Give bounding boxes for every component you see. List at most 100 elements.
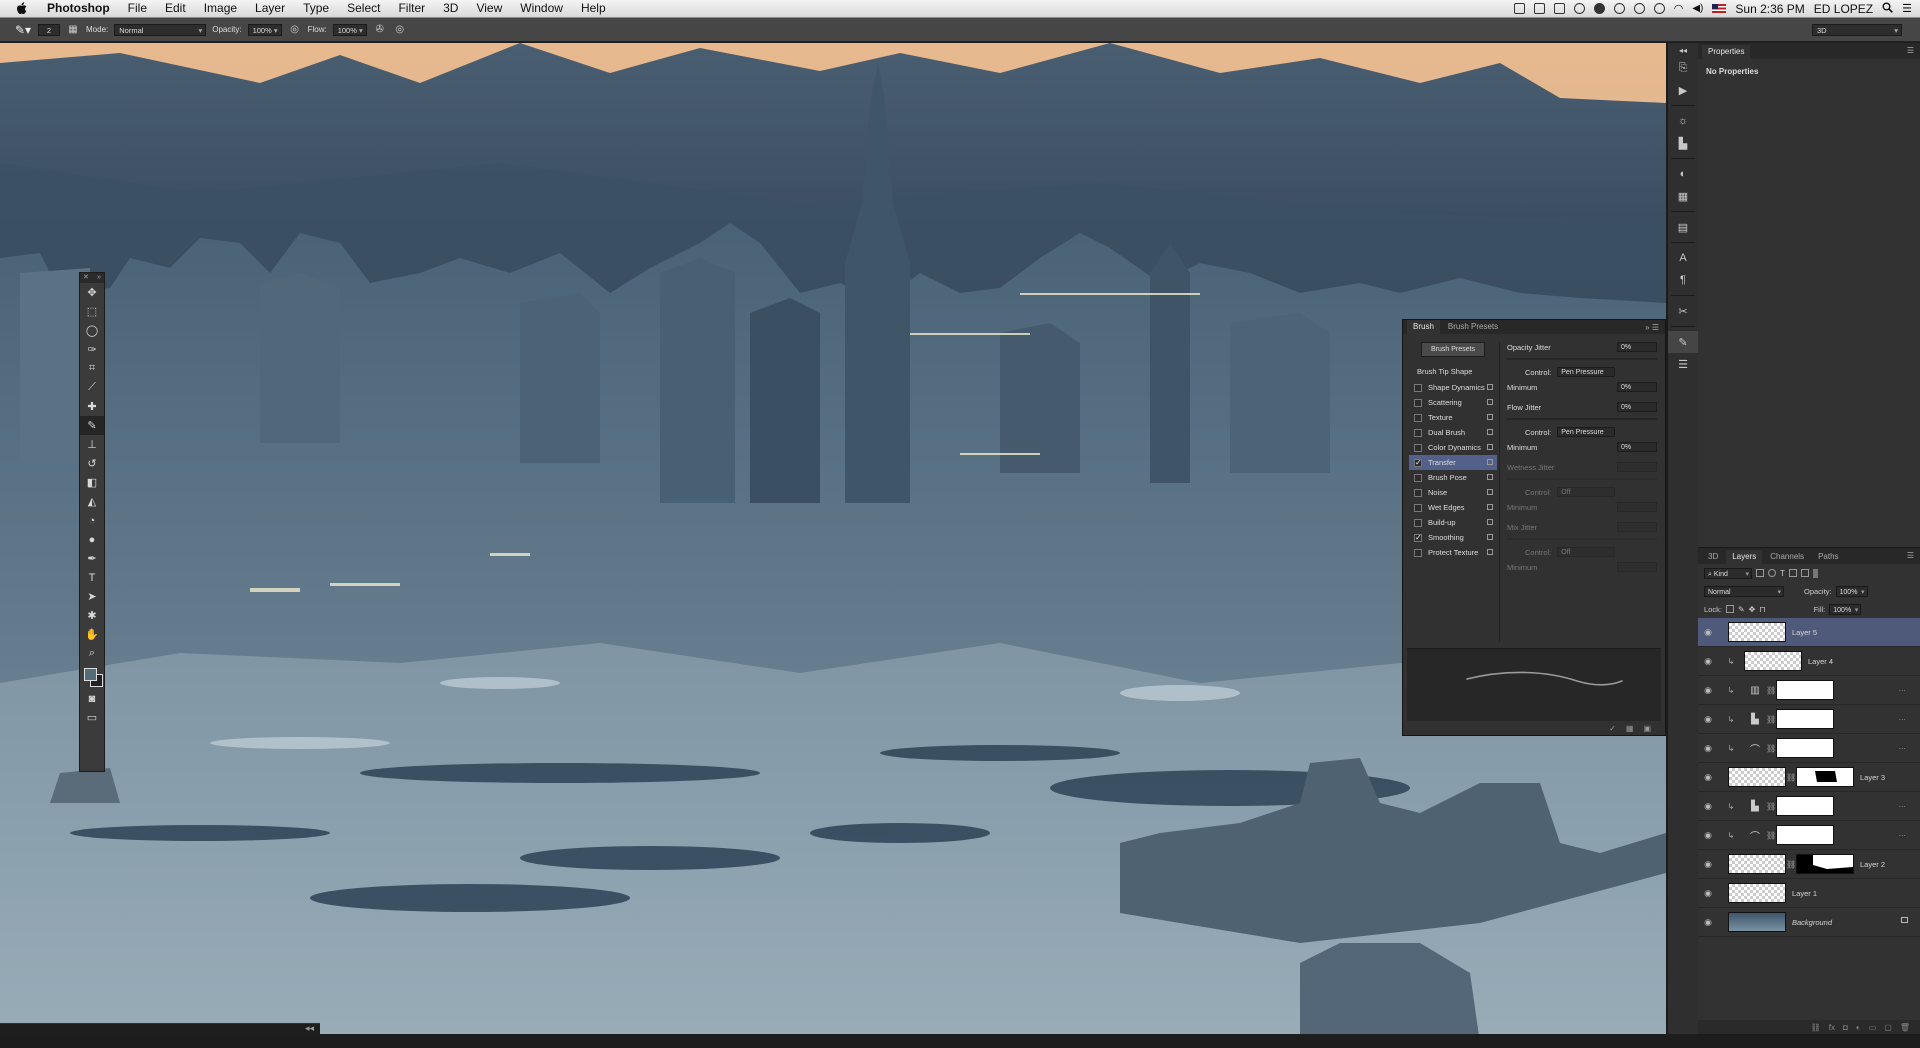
lock-icon[interactable] (1487, 399, 1493, 405)
brush-tool-preset-icon[interactable]: ✎▾ (14, 22, 32, 38)
camera-icon[interactable] (1513, 3, 1525, 14)
menu-image[interactable]: Image (195, 0, 246, 17)
menu-view[interactable]: View (467, 0, 511, 17)
close-icon[interactable]: ✕ (83, 273, 89, 283)
color-swatches[interactable] (80, 665, 104, 689)
opacity-control-select[interactable]: Pen Pressure (1557, 367, 1616, 377)
healing-brush-tool-icon[interactable]: ✚ (80, 397, 104, 416)
flow-minimum-input[interactable]: 0% (1617, 442, 1657, 452)
apple-icon[interactable] (14, 2, 28, 16)
panel-menu-icon[interactable]: ☰ (1907, 46, 1914, 55)
flow-control-select[interactable]: Pen Pressure (1557, 427, 1616, 437)
checkbox[interactable] (1414, 398, 1422, 407)
character-icon[interactable]: A (1668, 247, 1698, 269)
checkbox[interactable] (1414, 413, 1422, 422)
brush-option-protect-texture[interactable]: Protect Texture (1409, 545, 1497, 560)
brush-presets-icon[interactable]: ☰ (1668, 353, 1698, 375)
filter-kind-select[interactable]: ⌕ Kind ▾ (1704, 567, 1752, 579)
dropbox-icon[interactable] (1553, 3, 1565, 14)
tab-channels[interactable]: Channels (1764, 550, 1810, 564)
link-icon[interactable]: ⛓ (1766, 744, 1776, 753)
filter-adjustment-icon[interactable] (1768, 569, 1776, 577)
shape-tool-icon[interactable]: ✱ (80, 606, 104, 625)
lock-icon[interactable] (1487, 489, 1493, 495)
menu-help[interactable]: Help (572, 0, 615, 17)
us-flag-icon[interactable] (1712, 4, 1727, 13)
filter-smart-object-icon[interactable] (1800, 569, 1809, 577)
layer-row-background[interactable]: ◉ Background (1698, 908, 1920, 937)
history-icon[interactable]: ⎘ (1668, 57, 1698, 79)
notification-center-icon[interactable]: ☰ (1902, 2, 1912, 15)
filter-shape-icon[interactable] (1788, 569, 1797, 577)
visibility-eye-icon[interactable]: ◉ (1698, 801, 1718, 812)
brush-option-transfer[interactable]: ✓ Transfer (1409, 455, 1497, 470)
foreground-color-swatch[interactable] (84, 668, 97, 681)
menu-file[interactable]: File (119, 0, 156, 17)
menubar-clock[interactable]: Sun 2:36 PM (1735, 2, 1804, 16)
color-icon[interactable]: ◐ (1668, 163, 1698, 185)
pen-tool-icon[interactable]: ✒ (80, 549, 104, 568)
drive-icon[interactable] (1593, 3, 1605, 14)
tab-layers[interactable]: Layers (1726, 550, 1763, 564)
airbrush-icon[interactable]: ✇ (373, 23, 387, 37)
tool-presets-icon[interactable]: ✂ (1668, 300, 1698, 322)
adobe-icon[interactable] (1533, 3, 1545, 14)
lock-all-icon[interactable]: ⊓ (1759, 605, 1765, 614)
layer-name[interactable]: Layer 2 (1860, 860, 1885, 869)
brush-option-dual-brush[interactable]: Dual Brush (1409, 425, 1497, 440)
lock-position-icon[interactable]: ✥ (1749, 605, 1756, 614)
brush-option-build-up[interactable]: Build-up (1409, 515, 1497, 530)
type-tool-icon[interactable]: T (80, 568, 104, 587)
brush-option-brush-pose[interactable]: Brush Pose (1409, 470, 1497, 485)
flow-jitter-input[interactable]: 0% (1617, 402, 1657, 412)
pressure-size-icon[interactable]: ◎ (393, 23, 407, 37)
layer-mask-thumbnail[interactable] (1796, 767, 1854, 787)
brush-option-color-dynamics[interactable]: Color Dynamics (1409, 440, 1497, 455)
brush-tip-shape[interactable]: Brush Tip Shape (1409, 365, 1497, 380)
fill-input[interactable]: 100% ▾ (1829, 603, 1862, 615)
layer-row-layer-2[interactable]: ◉ ⛓ Layer 2 (1698, 850, 1920, 879)
link-icon[interactable]: ⛓ (1786, 860, 1796, 869)
link-layers-icon[interactable]: ⛓ (1811, 1023, 1821, 1032)
brush-option-wet-edges[interactable]: Wet Edges (1409, 500, 1497, 515)
menubar-user[interactable]: ED LOPEZ (1814, 2, 1873, 16)
checkbox[interactable] (1414, 548, 1422, 557)
eyedropper-tool-icon[interactable]: ⟋ (80, 378, 104, 397)
layer-name[interactable]: Layer 1 (1792, 889, 1817, 898)
checkbox[interactable]: ✓ (1414, 533, 1422, 542)
visibility-eye-icon[interactable]: ◉ (1698, 685, 1718, 696)
brush-panel-toggle-icon[interactable]: ▦ (66, 23, 80, 37)
checkbox[interactable] (1414, 383, 1422, 392)
visibility-eye-icon[interactable]: ◉ (1698, 714, 1718, 725)
layer-row-layer-4[interactable]: ◉ ↳ Layer 4 (1698, 647, 1920, 676)
history-brush-tool-icon[interactable]: ↺ (80, 454, 104, 473)
tab-brush-presets[interactable]: Brush Presets (1442, 320, 1504, 334)
filter-toggle-icon[interactable] (1812, 568, 1818, 578)
brush-presets-button[interactable]: Brush Presets (1421, 342, 1485, 357)
checkbox[interactable] (1414, 428, 1422, 437)
brush-size-picker[interactable]: 2 (38, 23, 60, 36)
wifi-icon[interactable]: ◠ (1674, 2, 1684, 15)
brush-panel-menu-icon[interactable]: » ☰ (1645, 323, 1659, 332)
layer-mask-thumbnail[interactable] (1796, 854, 1854, 874)
brush-option-noise[interactable]: Noise (1409, 485, 1497, 500)
canvas-horizontal-scrollbar[interactable]: ◂◂ (0, 1023, 320, 1034)
brush-tool-icon[interactable]: ✎ (80, 416, 104, 435)
layer-row-adjustment[interactable]: ◉ ↳ ▙ ⛓ … (1698, 792, 1920, 821)
layer-name[interactable]: Layer 3 (1860, 773, 1885, 782)
mode-select[interactable]: Normal ▾ (114, 23, 207, 36)
dodge-tool-icon[interactable]: ● (80, 530, 104, 549)
visibility-eye-icon[interactable]: ◉ (1698, 830, 1718, 841)
layer-row-adjustment[interactable]: ◉ ↳ ⌒ ⛓ … (1698, 821, 1920, 850)
tab-properties[interactable]: Properties (1702, 45, 1751, 59)
tab-3d[interactable]: 3D (1702, 550, 1724, 564)
checkbox[interactable] (1414, 518, 1422, 527)
layer-opacity-input[interactable]: 100% ▾ (1835, 585, 1868, 597)
checkbox[interactable] (1414, 443, 1422, 452)
skype-icon[interactable] (1573, 3, 1585, 14)
brush-option-texture[interactable]: Texture (1409, 410, 1497, 425)
quick-selection-tool-icon[interactable]: ✑ (80, 340, 104, 359)
new-adjustment-icon[interactable]: ◐ (1856, 1023, 1861, 1032)
sync-icon[interactable] (1613, 3, 1625, 14)
layer-name[interactable]: Layer 4 (1808, 657, 1833, 666)
